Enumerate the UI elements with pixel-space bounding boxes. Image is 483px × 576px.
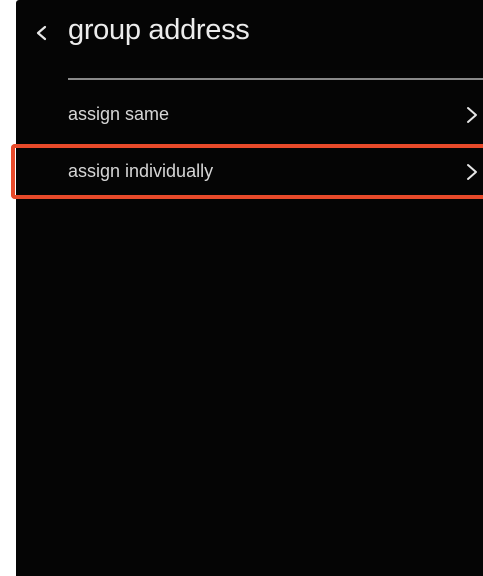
menu-item-assign-same[interactable]: assign same [16,90,483,140]
back-button[interactable] [30,18,56,48]
menu-item-label: assign same [68,104,170,124]
chevron-right-icon [465,105,479,125]
page-title: group address [68,14,250,46]
header-divider [68,78,483,80]
chevron-left-icon [36,25,47,41]
chevron-right-icon [465,162,479,182]
menu-item-label: assign individually [68,161,214,181]
header: group address [16,0,483,70]
device-screen: group address assign same assign individ… [16,0,483,576]
menu-item-assign-individually[interactable]: assign individually [16,147,483,197]
